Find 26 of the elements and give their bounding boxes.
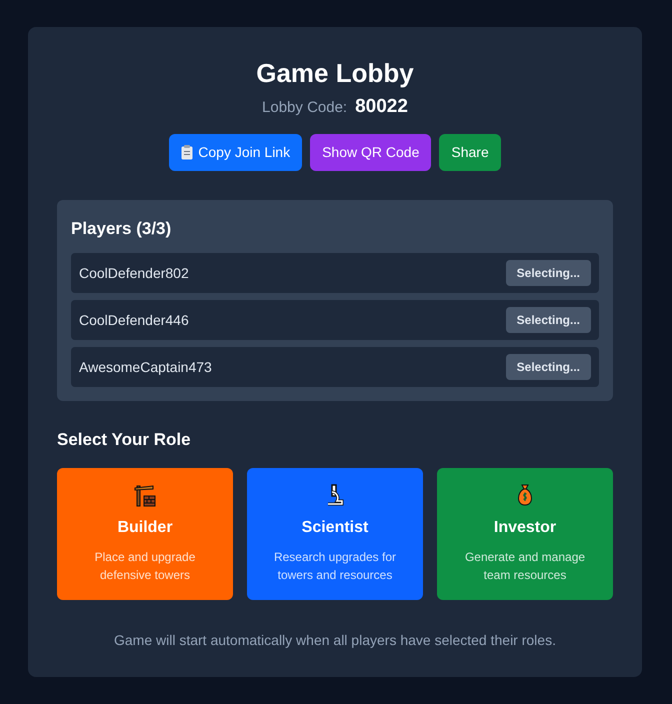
status-badge: Selecting... — [506, 260, 591, 286]
role-card[interactable]: Investor Generate and manage team resources — [437, 468, 613, 600]
footer-note: Game will start automatically when all players have selected their roles. — [114, 630, 556, 650]
role-name: Investor — [494, 518, 556, 538]
status-badge: Selecting... — [506, 307, 591, 333]
status-badge: Selecting... — [506, 354, 591, 380]
role-name: Scientist — [302, 518, 368, 538]
players-heading: Players (3/3) — [71, 218, 172, 240]
lobby-code-label: Lobby Code: — [262, 98, 348, 118]
role-name: Builder — [117, 518, 173, 538]
role-description: Generate and manage team resources — [464, 548, 586, 584]
share-button[interactable]: Share — [439, 134, 501, 170]
role-card[interactable]: Scientist Research upgrades for towers and resources — [247, 468, 423, 600]
role-description: Research upgrades for towers and resources — [272, 548, 398, 584]
qr-code-button[interactable]: Show QR Code — [310, 134, 432, 170]
role-heading: Select Your Role — [57, 429, 191, 451]
lobby-title: Game Lobby — [256, 57, 414, 89]
copy-link-button[interactable]: Copy Join Link — [169, 134, 302, 170]
player-name: CoolDefender446 — [79, 310, 189, 330]
role-description: Place and upgrade defensive towers — [94, 548, 196, 584]
player-name: AwesomeCaptain473 — [79, 358, 212, 377]
clipboard-icon — [181, 144, 194, 160]
role-card[interactable]: Builder Place and upgrade defensive towers — [57, 468, 233, 600]
lobby-code: 80022 — [355, 95, 408, 119]
player-name: CoolDefender802 — [79, 264, 189, 282]
construction-icon — [133, 482, 157, 506]
